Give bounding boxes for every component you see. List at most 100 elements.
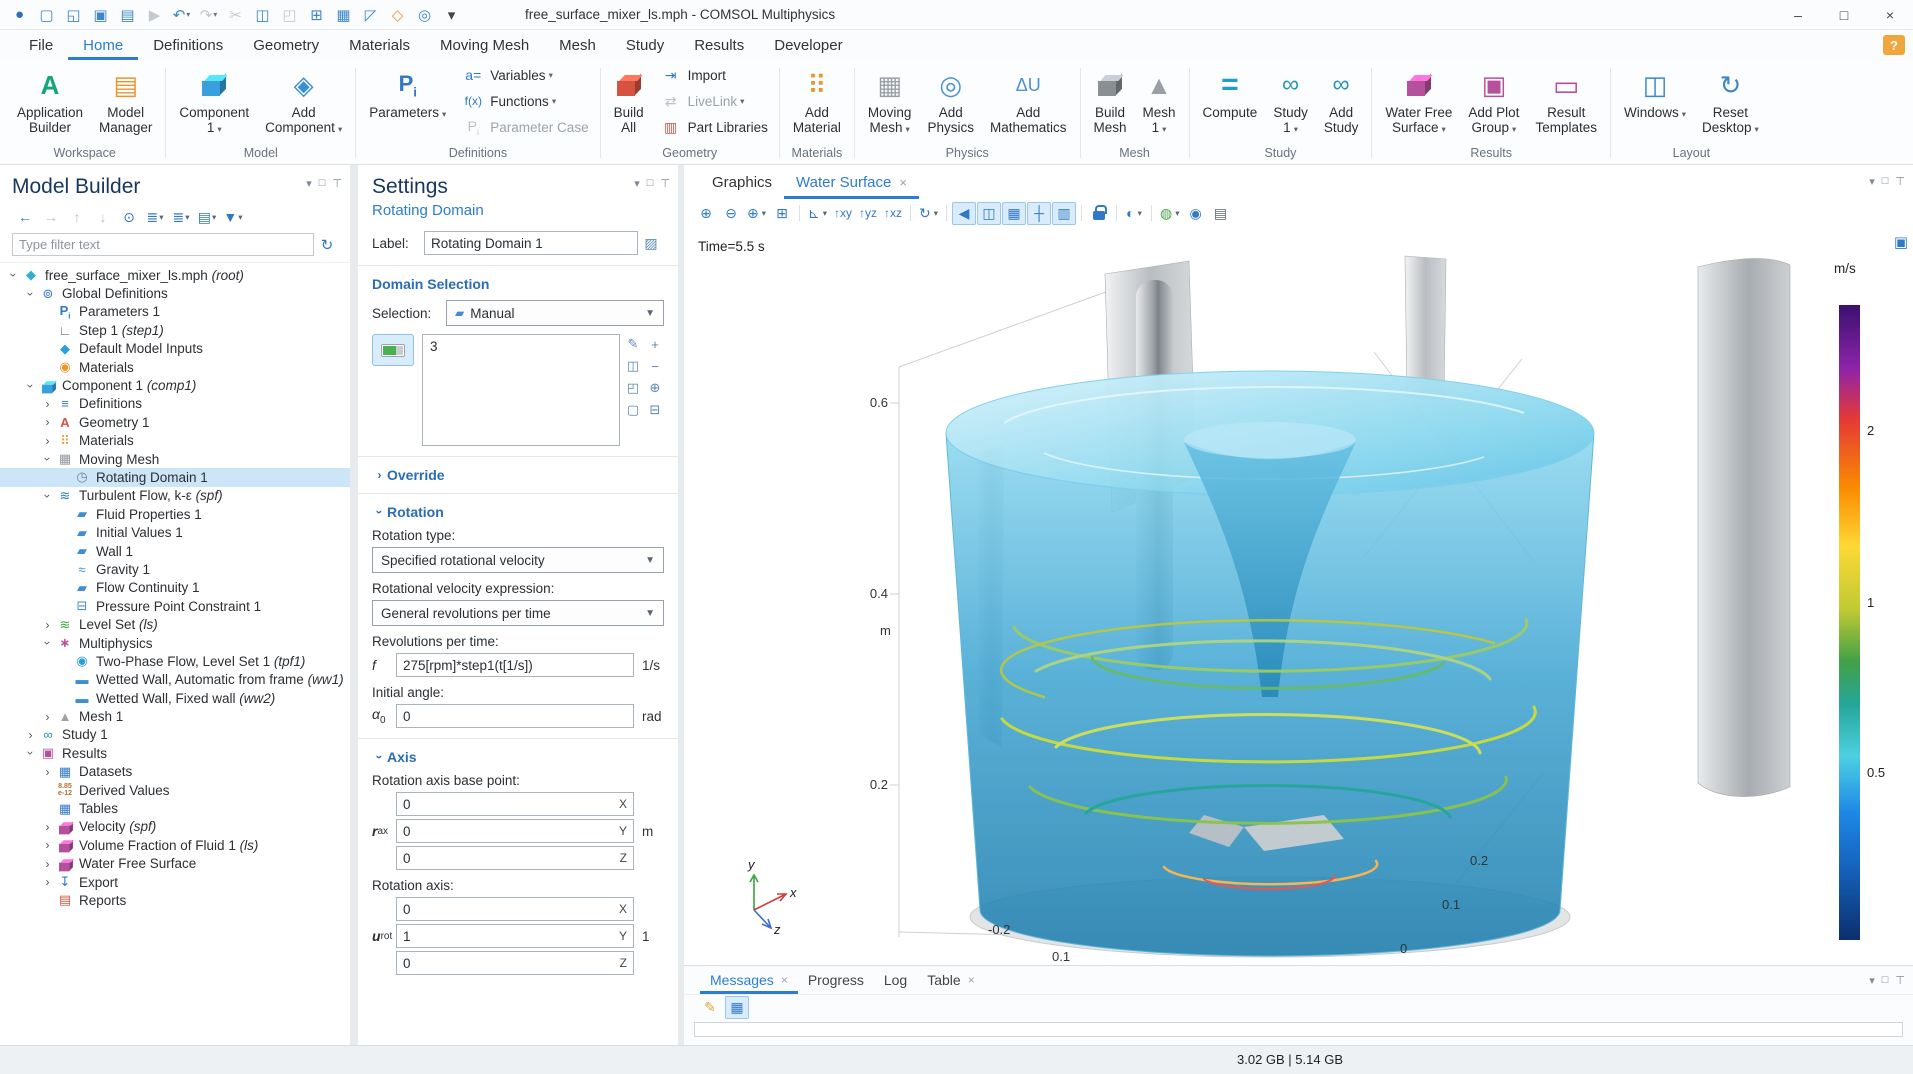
copy-icon[interactable]: ◫ <box>249 3 276 27</box>
cut-icon[interactable]: ✂ <box>222 3 249 27</box>
run-icon[interactable]: ▶ <box>141 3 168 27</box>
snapshot-button[interactable]: ◉ <box>1184 202 1208 225</box>
tree-node-export[interactable]: ›↧Export <box>0 873 350 891</box>
show-button[interactable]: ⊙ <box>116 206 142 228</box>
rotate-view-button[interactable]: ↻▾ <box>916 202 941 225</box>
domain-selection-header[interactable]: Domain Selection <box>372 276 664 292</box>
move-down-button[interactable]: ↓ <box>90 206 116 228</box>
tree-node-component-1[interactable]: ›Component 1 (comp1) <box>0 376 350 394</box>
expander-icon[interactable]: › <box>40 434 55 448</box>
axis-y-field[interactable]: 1Y <box>396 924 634 948</box>
paste-selection-icon[interactable]: ◰ <box>623 378 643 398</box>
variables-button[interactable]: a=Variables▾ <box>454 62 594 88</box>
float-panel-icon[interactable]: □ <box>1882 175 1889 188</box>
collapse-panel-icon[interactable]: ▾ <box>1869 974 1875 987</box>
expander-icon[interactable]: › <box>40 415 55 429</box>
ribbon-tab-geometry[interactable]: Geometry <box>238 30 334 60</box>
add-component-button[interactable]: ◈AddComponent▾ <box>257 62 350 137</box>
axis-z-field[interactable]: 0Z <box>396 951 634 975</box>
save-search-icon[interactable]: ▤ <box>114 3 141 27</box>
node-columns-button[interactable]: ▤▾ <box>194 206 220 228</box>
initial-angle-field[interactable]: 0 <box>396 704 634 728</box>
tree-node-two-phase-flow-level-set-1[interactable]: ◉Two-Phase Flow, Level Set 1 (tpf1) <box>0 652 350 670</box>
expander-icon[interactable]: › <box>40 838 55 852</box>
collapse-panel-icon[interactable]: ▾ <box>306 177 312 190</box>
plot-window-icon[interactable]: ▣ <box>1894 233 1908 251</box>
ribbon-tab-moving-mesh[interactable]: Moving Mesh <box>425 30 544 60</box>
expand-down-button[interactable]: ≣▾ <box>168 206 194 228</box>
view-xz-button[interactable]: ↑xz <box>881 202 905 225</box>
reset-desktop-button[interactable]: ↻ResetDesktop▾ <box>1694 62 1767 137</box>
functions-button[interactable]: f(x)Functions▾ <box>454 88 594 114</box>
tree-node-mesh-1[interactable]: ›▲Mesh 1 <box>0 707 350 725</box>
moving-mesh-button[interactable]: ▦MovingMesh▾ <box>860 62 920 137</box>
expander-icon[interactable]: › <box>24 746 38 761</box>
open-file-icon[interactable]: ◱ <box>60 3 87 27</box>
go-to-view-button[interactable]: ⊾▾ <box>805 202 830 225</box>
tree-node-moving-mesh[interactable]: ›▦Moving Mesh <box>0 450 350 468</box>
tree-node-materials[interactable]: ›⠿Materials <box>0 432 350 450</box>
model-manager-button[interactable]: ▤ModelManager <box>91 62 160 137</box>
expander-icon[interactable]: › <box>41 636 55 651</box>
table-view-button[interactable]: ▦ <box>725 996 749 1019</box>
show-grid-button[interactable]: ▦ <box>1002 202 1026 225</box>
help-button[interactable]: ? <box>1883 35 1905 55</box>
view-xy-button[interactable]: ↑xy <box>831 202 855 225</box>
close-tab-icon[interactable]: × <box>899 175 907 190</box>
tree-node-pressure-point-constraint-1[interactable]: ⊟Pressure Point Constraint 1 <box>0 597 350 615</box>
zoom-in-button[interactable]: ⊕ <box>694 202 718 225</box>
plot-3d[interactable]: Time=5.5 s m/s 2 1 0.5 0.6 0.4 0.2 m -0.… <box>684 227 1913 965</box>
show-legend-button[interactable]: ▥ <box>1052 202 1076 225</box>
pin-panel-icon[interactable]: ⊤ <box>332 177 342 190</box>
tree-node-wall-1[interactable]: ▰Wall 1 <box>0 542 350 560</box>
move-up-button[interactable]: ↑ <box>64 206 90 228</box>
new-file-icon[interactable]: ▢ <box>33 3 60 27</box>
tree-node-turbulent-flow-k-[interactable]: ›≋Turbulent Flow, k-ε (spf) <box>0 487 350 505</box>
livelink-button[interactable]: ⇄LiveLink▾ <box>652 88 774 114</box>
info-tab-progress[interactable]: Progress <box>798 968 874 994</box>
clear-messages-button[interactable]: ✎ <box>698 996 722 1019</box>
import-button[interactable]: ⇥Import <box>652 62 774 88</box>
parameters-button[interactable]: PiParameters▾ <box>361 62 454 122</box>
axis-x-field[interactable]: 0X <box>396 897 634 921</box>
back-button[interactable]: ← <box>12 206 38 228</box>
ribbon-tab-definitions[interactable]: Definitions <box>138 30 238 60</box>
tree-node-free-surface-mixer-ls-mph[interactable]: ›◆free_surface_mixer_ls.mph (root) <box>0 266 350 284</box>
ribbon-tab-materials[interactable]: Materials <box>334 30 425 60</box>
save-icon[interactable]: ▣ <box>87 3 114 27</box>
expander-icon[interactable]: › <box>41 452 55 467</box>
undo-icon[interactable]: ↶▾ <box>168 3 195 27</box>
deselect-icon[interactable]: ⊟ <box>645 400 665 420</box>
add-study-button[interactable]: ∞AddStudy <box>1316 62 1367 137</box>
scene-light-button[interactable]: ◐▾ <box>1122 202 1146 225</box>
info-tab-table[interactable]: Table× <box>917 968 984 994</box>
find-icon[interactable]: ◎ <box>411 3 438 27</box>
rve-dropdown[interactable]: General revolutions per time ▼ <box>372 600 664 626</box>
tree-node-level-set[interactable]: ›≋Level Set (ls) <box>0 615 350 633</box>
close-tab-icon[interactable]: × <box>968 973 975 987</box>
add-selection-icon[interactable]: + <box>645 334 665 354</box>
axis-section-header[interactable]: › Axis <box>372 749 664 765</box>
tree-node-default-model-inputs[interactable]: ◆Default Model Inputs <box>0 340 350 358</box>
create-selection-icon[interactable]: ✎ <box>623 334 643 354</box>
rotation-type-dropdown[interactable]: Specified rotational velocity ▼ <box>372 547 664 573</box>
view-yz-button[interactable]: ↑yz <box>856 202 880 225</box>
expander-icon[interactable]: › <box>24 378 38 393</box>
expander-icon[interactable]: › <box>23 728 38 742</box>
expander-icon[interactable]: › <box>41 488 55 503</box>
ribbon-tab-study[interactable]: Study <box>611 30 679 60</box>
expander-icon[interactable]: › <box>40 618 55 632</box>
close-button[interactable]: × <box>1867 0 1913 30</box>
tree-node-initial-values-1[interactable]: ▰Initial Values 1 <box>0 523 350 541</box>
comsol-logo-icon[interactable]: ● <box>6 3 33 27</box>
select-box-icon[interactable]: ◸ <box>357 3 384 27</box>
expander-icon[interactable]: › <box>24 286 38 301</box>
forward-button[interactable]: → <box>38 206 64 228</box>
expander-icon[interactable]: › <box>40 875 55 889</box>
tree-node-multiphysics[interactable]: ›∗Multiphysics <box>0 634 350 652</box>
parameter-case-button[interactable]: PiParameter Case <box>454 114 594 140</box>
brush-icon[interactable]: ◇ <box>384 3 411 27</box>
build-all-button[interactable]: BuildAll <box>606 62 652 137</box>
ribbon-tab-results[interactable]: Results <box>679 30 759 60</box>
tree-node-wetted-wall-fixed-wall[interactable]: ▬Wetted Wall, Fixed wall (ww2) <box>0 689 350 707</box>
